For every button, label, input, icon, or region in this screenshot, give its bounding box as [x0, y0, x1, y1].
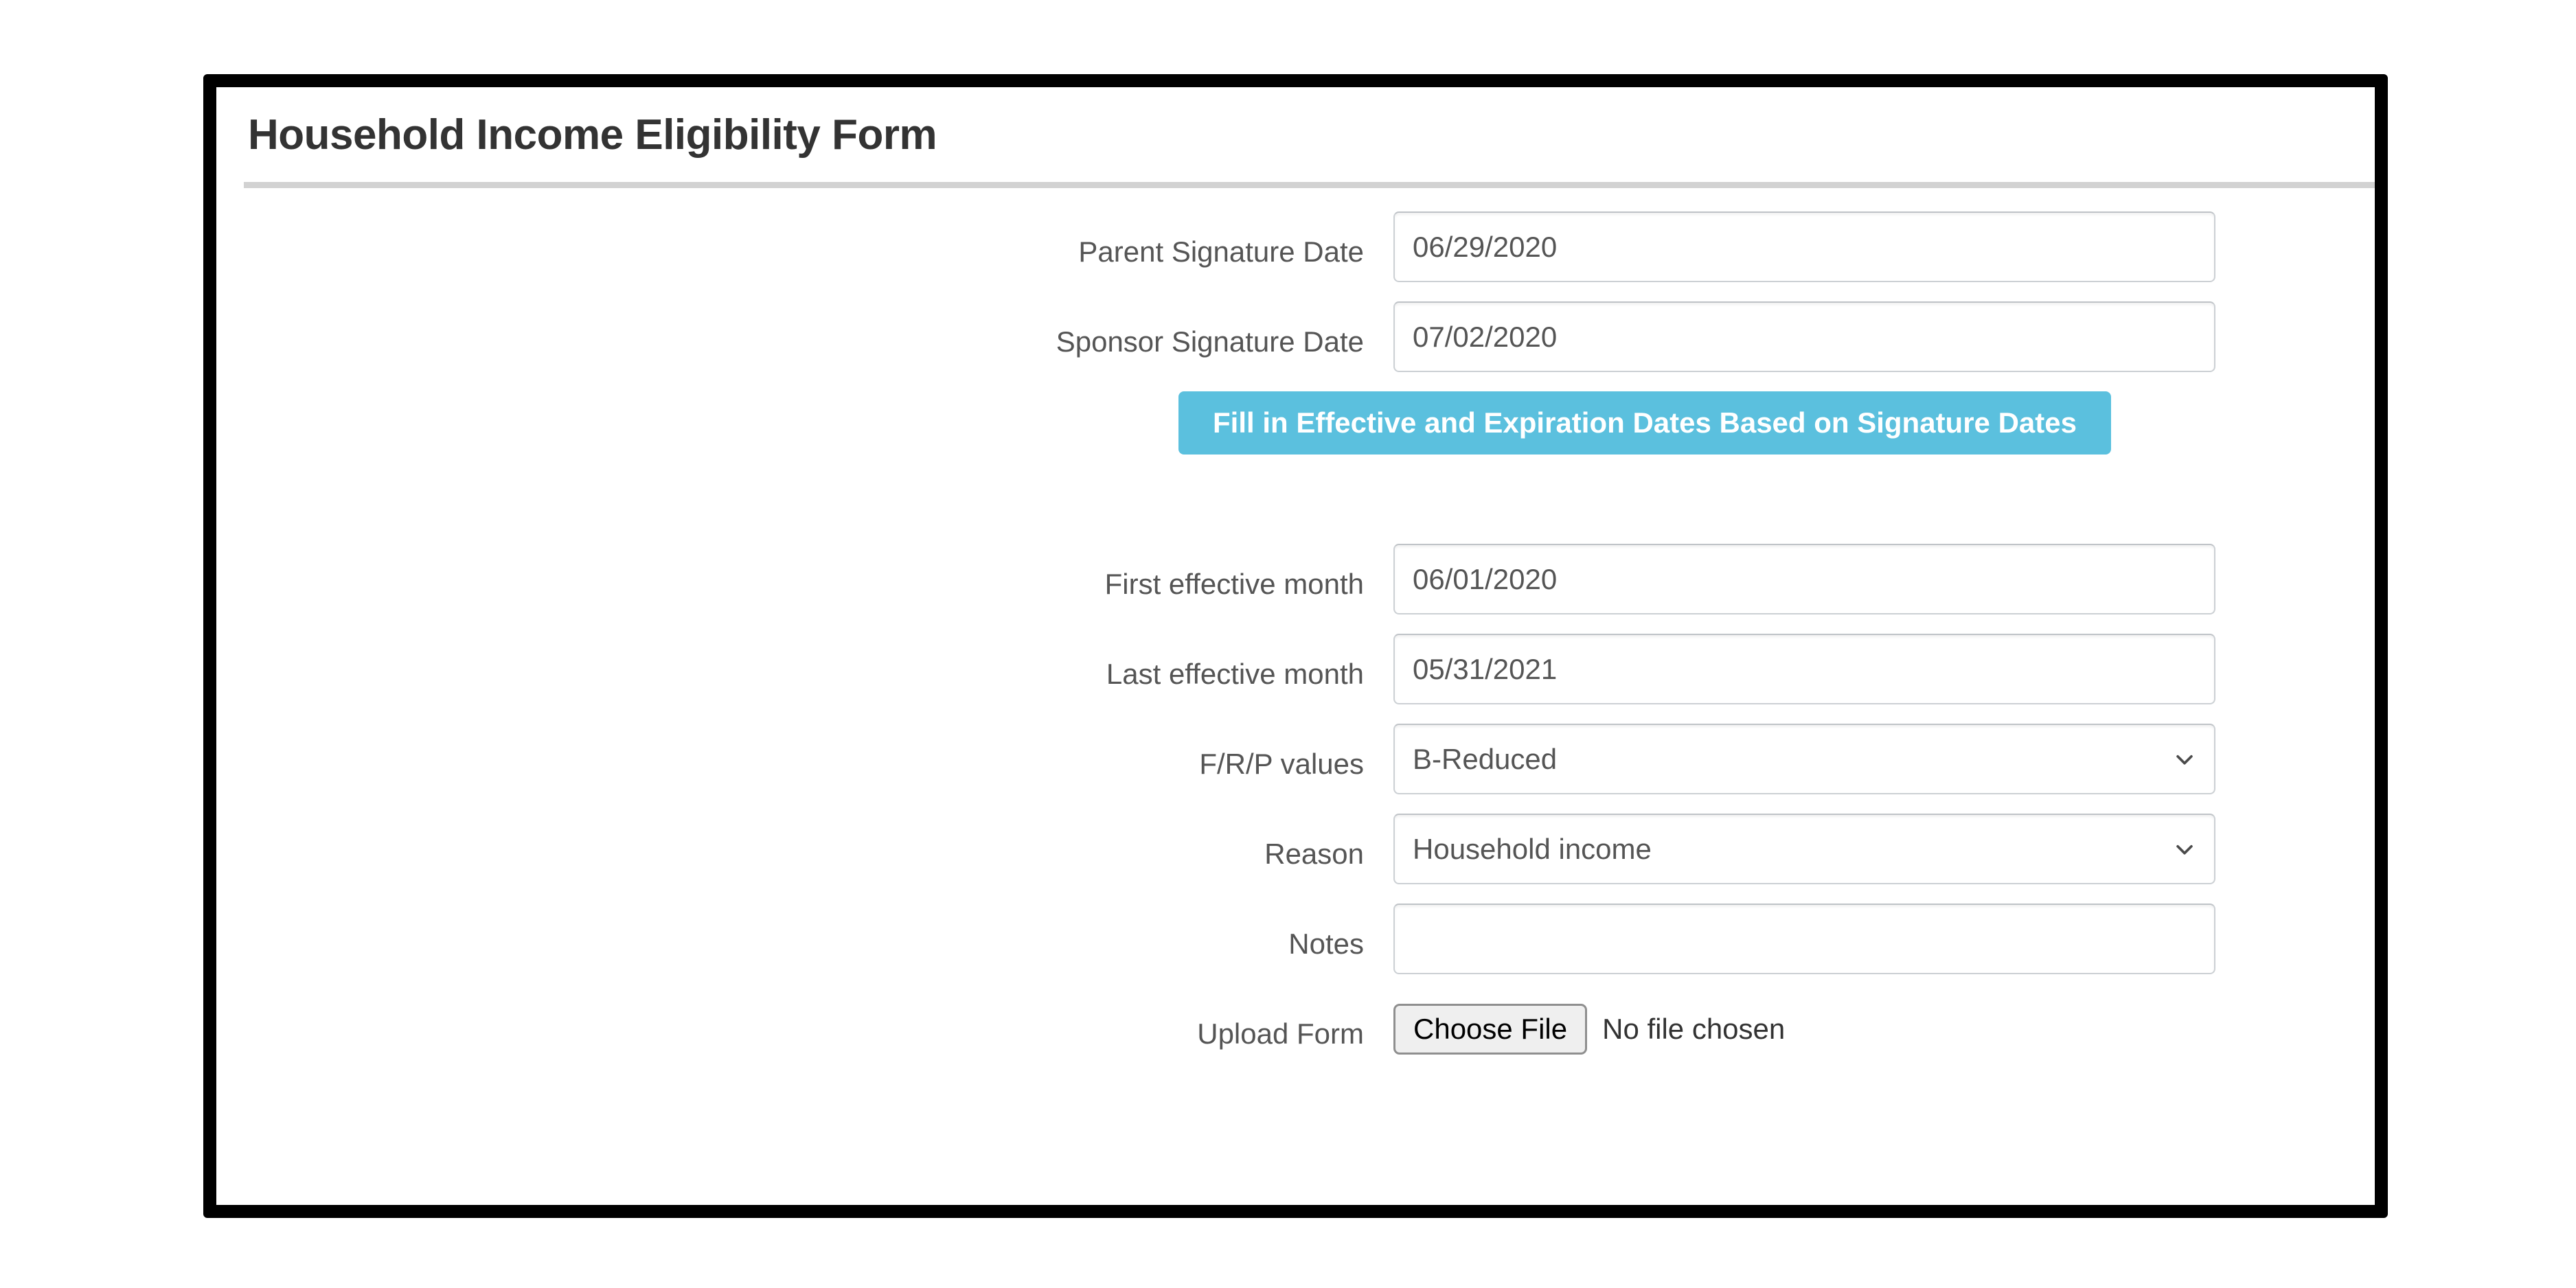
- form-row-last-effective-month: Last effective month 05/31/2021: [216, 634, 2375, 704]
- form-row-reason: Reason Household income: [216, 814, 2375, 884]
- label-sponsor-signature-date: Sponsor Signature Date: [216, 301, 1393, 356]
- form-row-notes: Notes: [216, 904, 2375, 974]
- form-row-frp-values: F/R/P values B-Reduced: [216, 724, 2375, 794]
- label-reason: Reason: [216, 814, 1393, 869]
- label-last-effective-month: Last effective month: [216, 634, 1393, 689]
- form-row-sponsor-signature-date: Sponsor Signature Date 07/02/2020: [216, 301, 2375, 372]
- input-first-effective-month[interactable]: 06/01/2020: [1393, 544, 2215, 614]
- label-upload-form: Upload Form: [216, 993, 1393, 1048]
- fill-dates-button-row: Fill in Effective and Expiration Dates B…: [216, 391, 2375, 455]
- screenshot-root: Household Income Eligibility Form Parent…: [0, 0, 2576, 1288]
- window-frame: Household Income Eligibility Form Parent…: [203, 74, 2388, 1218]
- form-row-first-effective-month: First effective month 06/01/2020: [216, 544, 2375, 614]
- section-spacer: [216, 472, 2375, 544]
- select-frp-values[interactable]: B-Reduced: [1393, 724, 2215, 794]
- select-reason[interactable]: Household income: [1393, 814, 2215, 884]
- input-parent-signature-date[interactable]: 06/29/2020: [1393, 211, 2215, 282]
- file-status-text: No file chosen: [1602, 1013, 1785, 1046]
- eligibility-form: Parent Signature Date 06/29/2020 Sponsor…: [216, 188, 2375, 1064]
- form-row-upload-form: Upload Form Choose File No file chosen: [216, 993, 2375, 1064]
- form-card: Household Income Eligibility Form Parent…: [216, 87, 2375, 1205]
- form-row-parent-signature-date: Parent Signature Date 06/29/2020: [216, 211, 2375, 282]
- card-header: Household Income Eligibility Form: [216, 87, 2375, 159]
- page-title: Household Income Eligibility Form: [248, 112, 2375, 159]
- label-parent-signature-date: Parent Signature Date: [216, 211, 1393, 266]
- fill-effective-expiration-dates-button[interactable]: Fill in Effective and Expiration Dates B…: [1178, 391, 2111, 455]
- input-last-effective-month[interactable]: 05/31/2021: [1393, 634, 2215, 704]
- label-notes: Notes: [216, 904, 1393, 958]
- input-notes[interactable]: [1393, 904, 2215, 974]
- choose-file-button[interactable]: Choose File: [1393, 1004, 1587, 1055]
- label-frp-values: F/R/P values: [216, 724, 1393, 779]
- input-sponsor-signature-date[interactable]: 07/02/2020: [1393, 301, 2215, 372]
- label-first-effective-month: First effective month: [216, 544, 1393, 599]
- header-divider: [244, 182, 2375, 188]
